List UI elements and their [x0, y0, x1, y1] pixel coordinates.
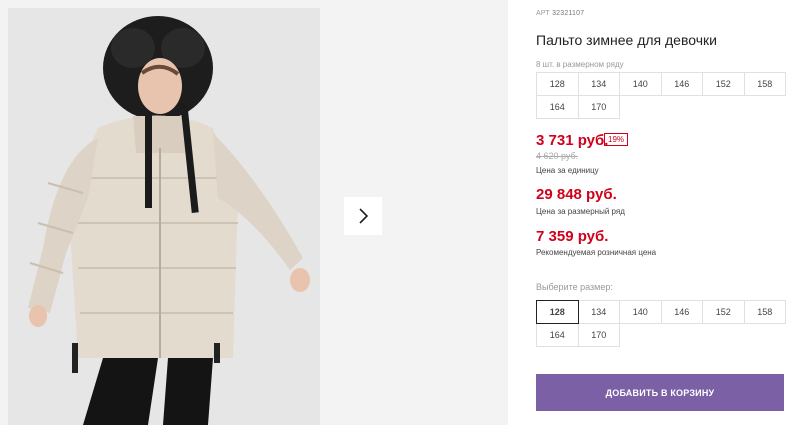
- pack-label: 8 шт. в размерном ряду: [536, 60, 624, 69]
- product-gallery: [0, 0, 508, 425]
- size-option-146[interactable]: 146: [660, 300, 703, 324]
- size-option-152[interactable]: 152: [702, 300, 745, 324]
- choose-size-label: Выберите размер:: [536, 282, 613, 292]
- size-option-134[interactable]: 134: [577, 300, 620, 324]
- sku-number: 32321107: [552, 10, 585, 17]
- add-to-cart-button[interactable]: ДОБАВИТЬ В КОРЗИНУ: [536, 374, 784, 411]
- unit-price-label: Цена за единицу: [536, 166, 599, 175]
- pack-size-grid: 128 134 140 146 152 158 164 170: [536, 72, 786, 119]
- pack-size-cell: 152: [702, 72, 745, 96]
- size-selector: 128 134 140 146 152 158 164 170: [536, 300, 786, 347]
- pack-size-cell: 164: [536, 95, 579, 119]
- unit-price: 3 731 руб.: [536, 132, 609, 149]
- sku: АРТ 32321107: [536, 10, 584, 17]
- pack-size-cell: 128: [536, 72, 579, 96]
- product-photo[interactable]: [8, 8, 320, 425]
- pack-size-cell: 140: [619, 72, 662, 96]
- pack-price-label: Цена за размерный ряд: [536, 207, 625, 216]
- chevron-right-icon: [359, 208, 369, 224]
- rrp-price-label: Рекомендуемая розничная цена: [536, 248, 657, 257]
- pack-size-cell: 146: [660, 72, 703, 96]
- sku-label: АРТ: [536, 10, 550, 17]
- old-price: 4 620 руб.: [536, 151, 579, 161]
- size-option-128[interactable]: 128: [536, 300, 579, 324]
- pack-size-cell: 158: [743, 72, 786, 96]
- product-title: Пальто зимнее для девочки: [536, 32, 717, 48]
- rrp-price: 7 359 руб.: [536, 228, 609, 245]
- size-option-164[interactable]: 164: [536, 323, 579, 347]
- size-option-170[interactable]: 170: [577, 323, 620, 347]
- product-details: АРТ 32321107 Пальто зимнее для девочки 8…: [536, 0, 800, 425]
- size-option-158[interactable]: 158: [743, 300, 786, 324]
- discount-badge: 19%: [604, 133, 629, 146]
- size-option-140[interactable]: 140: [619, 300, 662, 324]
- gallery-next-button[interactable]: [344, 197, 382, 235]
- pack-price: 29 848 руб.: [536, 186, 617, 203]
- product-photo-illustration: [8, 8, 320, 425]
- pack-size-cell: 170: [577, 95, 620, 119]
- pack-size-cell: 134: [577, 72, 620, 96]
